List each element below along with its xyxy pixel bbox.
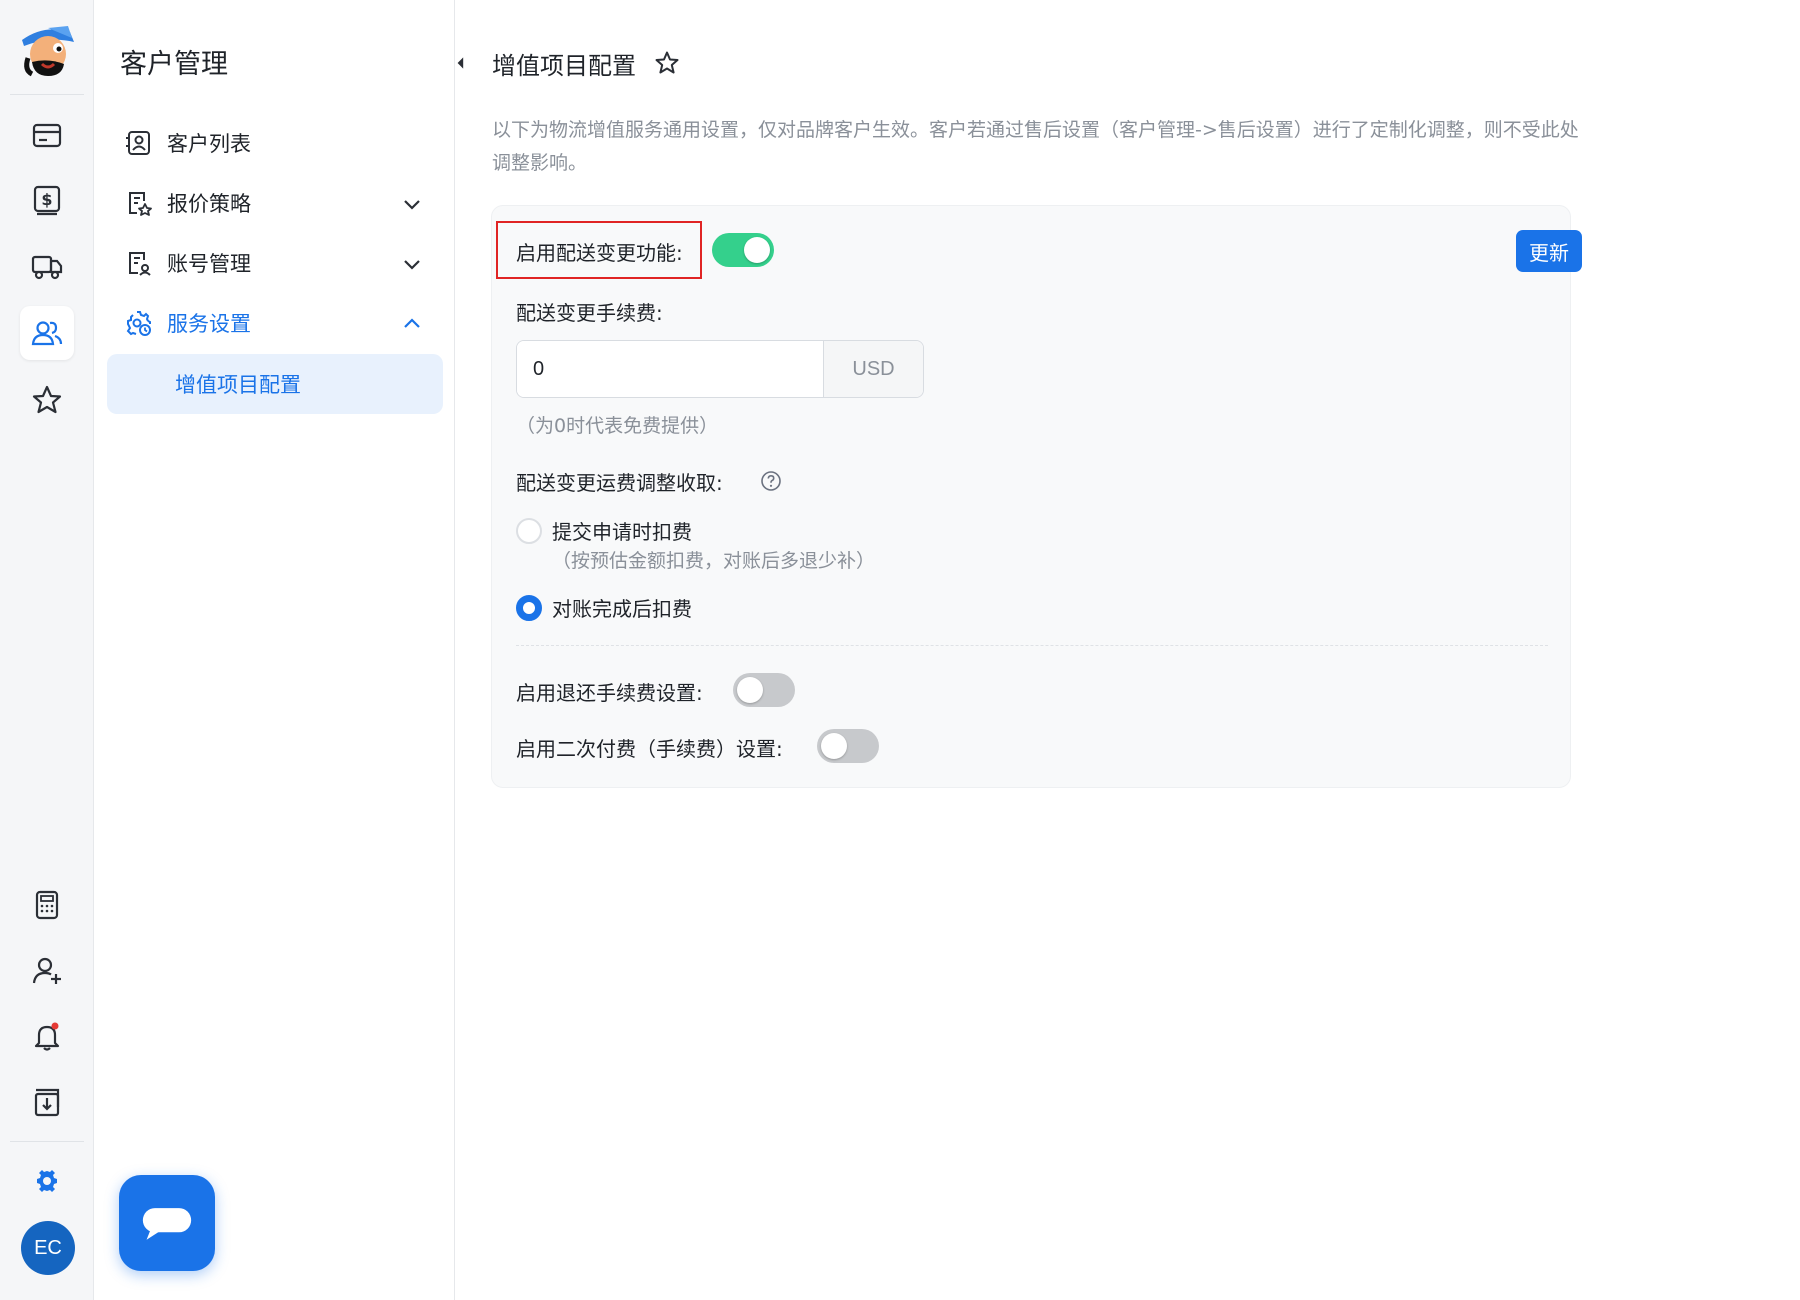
add-user-icon xyxy=(32,957,61,984)
rail-settings[interactable] xyxy=(20,1154,74,1208)
rail-customers[interactable] xyxy=(20,306,74,360)
sidebar-item-label: 账号管理 xyxy=(167,252,251,276)
svg-text:$: $ xyxy=(41,190,52,209)
service-settings-icon xyxy=(125,309,153,337)
wallet-icon xyxy=(32,123,62,148)
users-icon xyxy=(31,321,63,346)
sidebar-item-label: 报价策略 xyxy=(167,192,251,216)
rail-add-user[interactable] xyxy=(20,944,74,998)
chat-support-button[interactable] xyxy=(119,1175,215,1271)
rail-downloads[interactable] xyxy=(20,1075,74,1129)
second-pay-toggle[interactable] xyxy=(817,729,879,763)
help-icon[interactable] xyxy=(760,470,782,492)
fee-hint: （为0时代表免费提供） xyxy=(516,415,719,437)
chevron-up-icon xyxy=(404,318,420,328)
chevron-down-icon xyxy=(404,200,420,210)
gear-icon xyxy=(37,1170,57,1192)
fee-label: 配送变更手续费: xyxy=(516,301,663,325)
rail-divider xyxy=(10,1141,84,1142)
rail-divider xyxy=(10,94,84,95)
dollar-icon: $ xyxy=(33,185,61,216)
rail-finance[interactable]: $ xyxy=(20,173,74,227)
toggle-knob xyxy=(737,677,763,703)
refund-fee-toggle[interactable] xyxy=(733,673,795,707)
fee-input-group: USD xyxy=(516,340,924,398)
sidebar-item-pricing[interactable]: 报价策略 xyxy=(107,174,443,232)
rail-wallet[interactable] xyxy=(20,108,74,162)
chat-bubble-icon xyxy=(142,1208,192,1240)
section-divider xyxy=(516,645,1548,646)
refund-fee-label: 启用退还手续费设置: xyxy=(516,681,703,705)
rail-shipping[interactable] xyxy=(20,239,74,293)
favorite-star-icon[interactable] xyxy=(654,50,680,76)
option-deduct-on-submit-hint: （按预估金额扣费，对账后多退少补） xyxy=(552,550,876,572)
radio-deduct-after-reconcile[interactable] xyxy=(516,595,542,621)
account-icon xyxy=(125,249,153,277)
update-button[interactable]: 更新 xyxy=(1516,230,1582,272)
fee-unit: USD xyxy=(823,341,923,397)
fee-input[interactable] xyxy=(517,341,823,397)
user-avatar[interactable]: EC xyxy=(21,1221,75,1275)
sidebar-item-customer-list[interactable]: 客户列表 xyxy=(107,114,443,172)
download-icon xyxy=(34,1088,60,1117)
toggle-knob xyxy=(744,237,770,263)
pricing-icon xyxy=(125,189,153,217)
sidebar-item-label: 服务设置 xyxy=(167,312,251,336)
page-description: 以下为物流增值服务通用设置，仅对品牌客户生效。客户若通过售后设置（客户管理->售… xyxy=(492,119,1579,174)
sidebar-subitem-label: 增值项目配置 xyxy=(175,373,301,397)
settings-card: 启用配送变更功能: 更新 配送变更手续费: USD （为0时代表免费提供） 配送… xyxy=(491,205,1582,788)
rail-favorites[interactable] xyxy=(20,373,74,427)
sidebar-subitem-value-added-config[interactable]: 增值项目配置 xyxy=(107,354,443,414)
icon-rail: $ EC xyxy=(0,0,94,1300)
toggle-knob xyxy=(821,733,847,759)
rail-notifications[interactable] xyxy=(20,1009,74,1063)
page-title: 增值项目配置 xyxy=(492,52,636,80)
radio-deduct-on-submit[interactable] xyxy=(516,518,542,544)
sidebar-title: 客户管理 xyxy=(120,49,228,80)
star-icon xyxy=(32,385,62,414)
adjust-label: 配送变更运费调整收取: xyxy=(516,471,723,495)
avatar-initials: EC xyxy=(34,1236,62,1259)
delivery-change-toggle[interactable] xyxy=(712,233,774,267)
sidebar-item-service-settings[interactable]: 服务设置 xyxy=(107,294,443,352)
customer-list-icon xyxy=(125,129,153,157)
truck-icon xyxy=(31,255,63,280)
bell-icon xyxy=(34,1022,60,1051)
logo-icon[interactable] xyxy=(14,18,80,84)
delivery-change-label: 启用配送变更功能: xyxy=(516,241,683,265)
calculator-icon xyxy=(35,890,59,920)
sidebar-item-accounts[interactable]: 账号管理 xyxy=(107,234,443,292)
sidebar-item-label: 客户列表 xyxy=(167,132,251,156)
option-deduct-after-reconcile-label[interactable]: 对账完成后扣费 xyxy=(552,593,692,622)
option-deduct-on-submit-label[interactable]: 提交申请时扣费 xyxy=(552,516,692,545)
sidebar: 客户管理 客户列表 报价策略 账号管理 服务设置 增值项目配置 xyxy=(95,0,455,1300)
second-pay-label: 启用二次付费（手续费）设置: xyxy=(516,737,783,761)
chevron-down-icon xyxy=(404,260,420,270)
rail-calculator[interactable] xyxy=(20,878,74,932)
main-content: 增值项目配置 以下为物流增值服务通用设置，仅对品牌客户生效。客户若通过售后设置（… xyxy=(456,0,1796,1300)
